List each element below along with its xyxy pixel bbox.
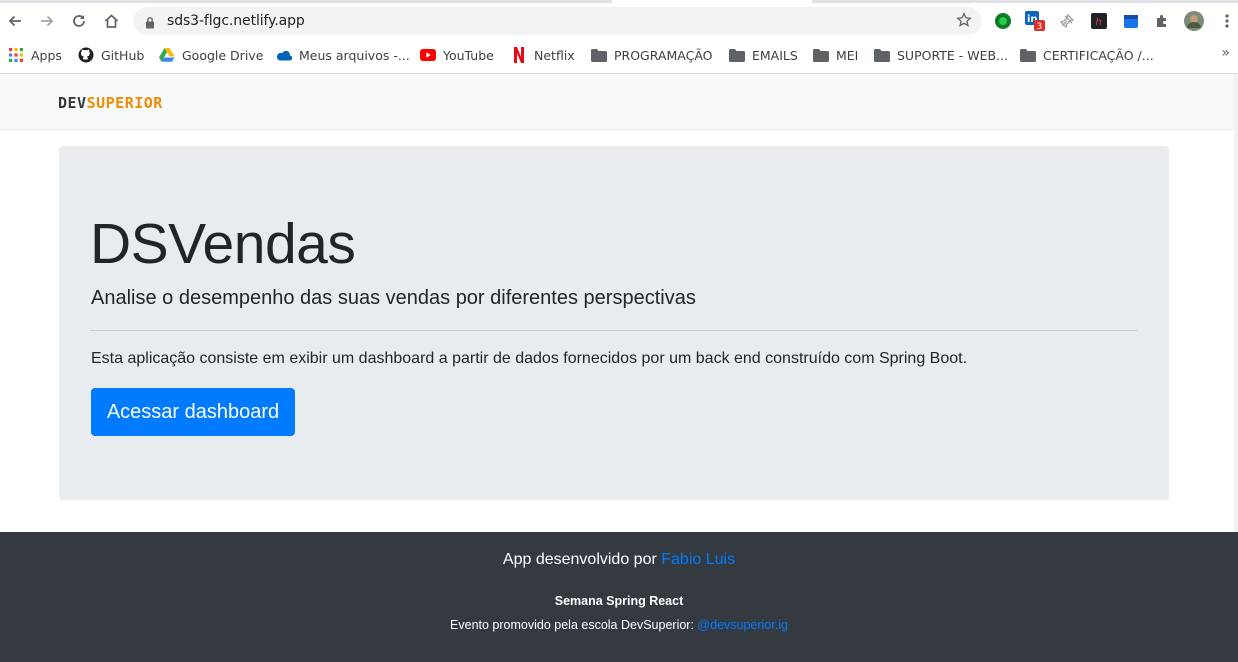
- onedrive-icon: [276, 47, 292, 63]
- developer-link[interactable]: Fabio Luis: [661, 551, 735, 568]
- bookmarks-bar: Apps GitHub Google Drive Meus arquivos -…: [0, 42, 1238, 68]
- apps-grid-icon: [8, 47, 24, 63]
- calendar-extension-icon[interactable]: [1120, 10, 1142, 32]
- bookmark-label: Google Drive: [182, 47, 264, 63]
- footer-event-title: Semana Spring React: [554, 594, 684, 608]
- bookmark-label: YouTube: [443, 47, 494, 63]
- access-dashboard-button[interactable]: Acessar dashboard: [91, 388, 295, 436]
- bookmark-label: GitHub: [101, 47, 145, 63]
- bookmark-folder-emails[interactable]: EMAILS: [729, 45, 798, 65]
- browser-chrome: sds3-flgc.netlify.app in 3 h Apps GitHub…: [0, 0, 1238, 73]
- profile-avatar-icon[interactable]: [1183, 10, 1205, 32]
- extension-badge-count: 3: [1037, 22, 1043, 32]
- url-text[interactable]: sds3-flgc.netlify.app: [167, 13, 305, 29]
- logo-dev-text: DEV: [58, 94, 87, 112]
- github-icon: [78, 47, 94, 63]
- youtube-icon: [420, 47, 436, 63]
- footer-event-text: Evento promovido pela escola DevSuperior…: [450, 618, 694, 632]
- instagram-link[interactable]: @devsuperior.ig: [697, 618, 788, 632]
- bookmark-label: PROGRAMAÇÃO: [614, 47, 713, 63]
- hero-jumbotron: DSVendas Analise o desempenho das suas v…: [59, 146, 1169, 500]
- page-scrollbar[interactable]: [1234, 74, 1238, 532]
- bookmark-folder-suporte[interactable]: SUPORTE - WEB...: [874, 45, 1008, 65]
- address-bar[interactable]: sds3-flgc.netlify.app: [133, 7, 982, 35]
- menu-kebab-icon[interactable]: [1216, 10, 1238, 32]
- page-title: DSVendas: [90, 212, 356, 276]
- more-bookmarks-chevron-icon[interactable]: »: [1221, 45, 1230, 61]
- hero-description: Esta aplicação consiste em exibir um das…: [91, 350, 968, 367]
- devsuperior-logo[interactable]: DEVSUPERIOR: [58, 94, 163, 112]
- folder-icon: [874, 47, 890, 63]
- bookmark-label: Netflix: [534, 47, 575, 63]
- home-icon[interactable]: [100, 10, 122, 32]
- forward-icon[interactable]: [36, 10, 58, 32]
- hero-lead: Analise o desempenho das suas vendas por…: [91, 287, 696, 309]
- active-tab[interactable]: [612, 0, 812, 3]
- bookmark-label: EMAILS: [752, 47, 798, 63]
- site-navbar: DEVSUPERIOR: [0, 74, 1238, 130]
- bookmark-star-icon[interactable]: [956, 12, 972, 32]
- bookmark-youtube[interactable]: YouTube: [420, 45, 494, 65]
- folder-icon: [813, 47, 829, 63]
- lock-icon[interactable]: [145, 14, 155, 33]
- bookmark-folder-mei[interactable]: MEI: [813, 45, 858, 65]
- back-icon[interactable]: [4, 10, 26, 32]
- bookmark-github[interactable]: GitHub: [78, 45, 144, 65]
- reload-icon[interactable]: [68, 10, 90, 32]
- bookmark-folder-certificacao[interactable]: CERTIFICAÇÃO /...: [1020, 45, 1154, 65]
- bookmark-label: MEI: [836, 47, 859, 63]
- pin-extension-icon[interactable]: [1056, 10, 1078, 32]
- bookmark-apps[interactable]: Apps: [8, 45, 62, 65]
- extension-green-icon[interactable]: [992, 10, 1014, 32]
- bookmark-label: SUPORTE - WEB...: [897, 47, 1008, 63]
- footer-developed-by: App desenvolvido por: [502, 551, 657, 568]
- bookmark-netflix[interactable]: Netflix: [511, 45, 575, 65]
- footer-credit: App desenvolvido por Fabio Luis: [0, 551, 1238, 569]
- site-footer: App desenvolvido por Fabio Luis Semana S…: [0, 532, 1238, 662]
- google-drive-icon: [159, 47, 175, 63]
- netflix-icon: [511, 47, 527, 63]
- bookmark-google-drive[interactable]: Google Drive: [159, 45, 263, 65]
- logo-superior-text: SUPERIOR: [86, 94, 163, 112]
- bookmark-folder-programacao[interactable]: PROGRAMAÇÃO: [591, 45, 713, 65]
- folder-icon: [729, 47, 745, 63]
- bookmark-label: Meus arquivos -...: [299, 47, 410, 63]
- svg-text:h: h: [1096, 17, 1102, 28]
- extensions-puzzle-icon[interactable]: [1151, 10, 1173, 32]
- dark-extension-icon[interactable]: h: [1088, 10, 1110, 32]
- hero-divider: [91, 330, 1137, 331]
- linkedin-extension-icon[interactable]: in 3: [1024, 10, 1046, 32]
- browser-toolbar: sds3-flgc.netlify.app in 3 h: [0, 4, 1238, 38]
- folder-icon: [591, 47, 607, 63]
- bookmark-label: CERTIFICAÇÃO /...: [1043, 47, 1154, 63]
- bookmark-onedrive[interactable]: Meus arquivos -...: [276, 45, 410, 65]
- folder-icon: [1020, 47, 1036, 63]
- footer-event-line: Evento promovido pela escola DevSuperior…: [0, 618, 1238, 632]
- bookmark-label: Apps: [31, 47, 62, 63]
